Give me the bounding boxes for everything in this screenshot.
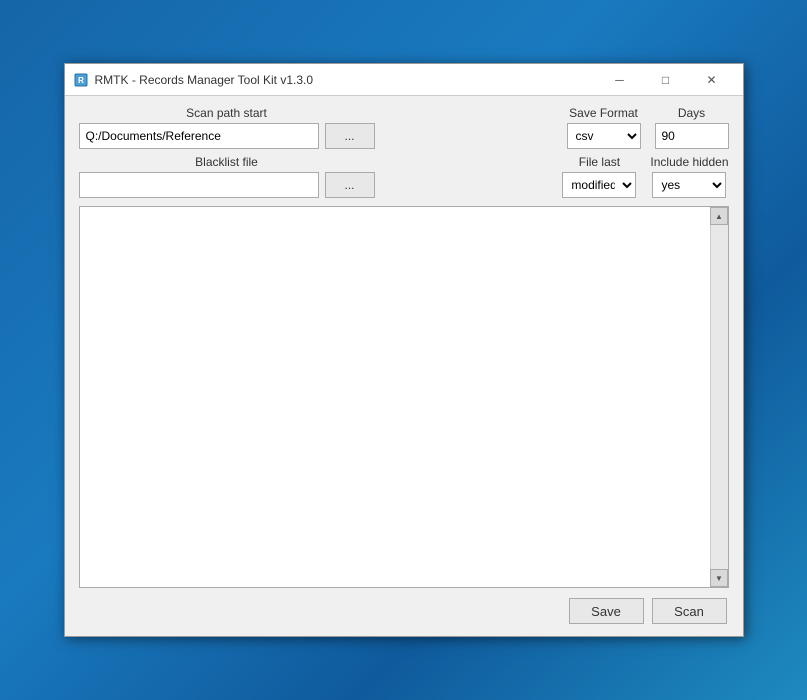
blacklist-browse-button[interactable]: ... [325, 172, 375, 198]
window-content: Scan path start ... Save Format csv xlsx… [65, 96, 743, 636]
save-format-select[interactable]: csv xlsx txt [567, 123, 641, 149]
scrollbar-track[interactable] [711, 225, 728, 569]
scan-path-browse-button[interactable]: ... [325, 123, 375, 149]
scan-path-group: Scan path start ... [79, 106, 375, 149]
window-controls: ─ □ ✕ [597, 65, 735, 95]
file-last-label: File last [579, 155, 620, 169]
include-hidden-select[interactable]: yes no [652, 172, 726, 198]
days-label: Days [678, 106, 705, 120]
days-input[interactable] [655, 123, 729, 149]
blacklist-input-row: ... [79, 172, 375, 198]
save-format-label: Save Format [569, 106, 638, 120]
app-icon: R [73, 72, 89, 88]
scan-path-input-row: ... [79, 123, 375, 149]
days-group: Days [655, 106, 729, 149]
row2-right: File last modified accessed created Incl… [562, 155, 728, 198]
output-textarea[interactable] [80, 207, 710, 587]
scrollbar-up-button[interactable]: ▲ [710, 207, 728, 225]
svg-text:R: R [78, 76, 84, 85]
scan-button[interactable]: Scan [652, 598, 727, 624]
row2: Blacklist file ... File last modified ac… [79, 155, 729, 198]
row1-right: Save Format csv xlsx txt Days [567, 106, 729, 149]
scan-path-input[interactable] [79, 123, 319, 149]
bottom-bar: Save Scan [79, 598, 729, 624]
output-area-wrapper: ▲ ▼ [79, 206, 729, 588]
window-title: RMTK - Records Manager Tool Kit v1.3.0 [95, 73, 597, 87]
blacklist-group: Blacklist file ... [79, 155, 375, 198]
include-hidden-label: Include hidden [650, 155, 728, 169]
include-hidden-group: Include hidden yes no [650, 155, 728, 198]
save-button[interactable]: Save [569, 598, 644, 624]
blacklist-label: Blacklist file [79, 155, 375, 169]
close-button[interactable]: ✕ [689, 65, 735, 95]
scrollbar: ▲ ▼ [710, 207, 728, 587]
file-last-select[interactable]: modified accessed created [562, 172, 636, 198]
maximize-button[interactable]: □ [643, 65, 689, 95]
main-window: R RMTK - Records Manager Tool Kit v1.3.0… [64, 63, 744, 637]
scrollbar-down-button[interactable]: ▼ [710, 569, 728, 587]
blacklist-input[interactable] [79, 172, 319, 198]
minimize-button[interactable]: ─ [597, 65, 643, 95]
save-format-group: Save Format csv xlsx txt [567, 106, 641, 149]
file-last-group: File last modified accessed created [562, 155, 636, 198]
scan-path-label: Scan path start [79, 106, 375, 120]
title-bar: R RMTK - Records Manager Tool Kit v1.3.0… [65, 64, 743, 96]
row1: Scan path start ... Save Format csv xlsx… [79, 106, 729, 149]
